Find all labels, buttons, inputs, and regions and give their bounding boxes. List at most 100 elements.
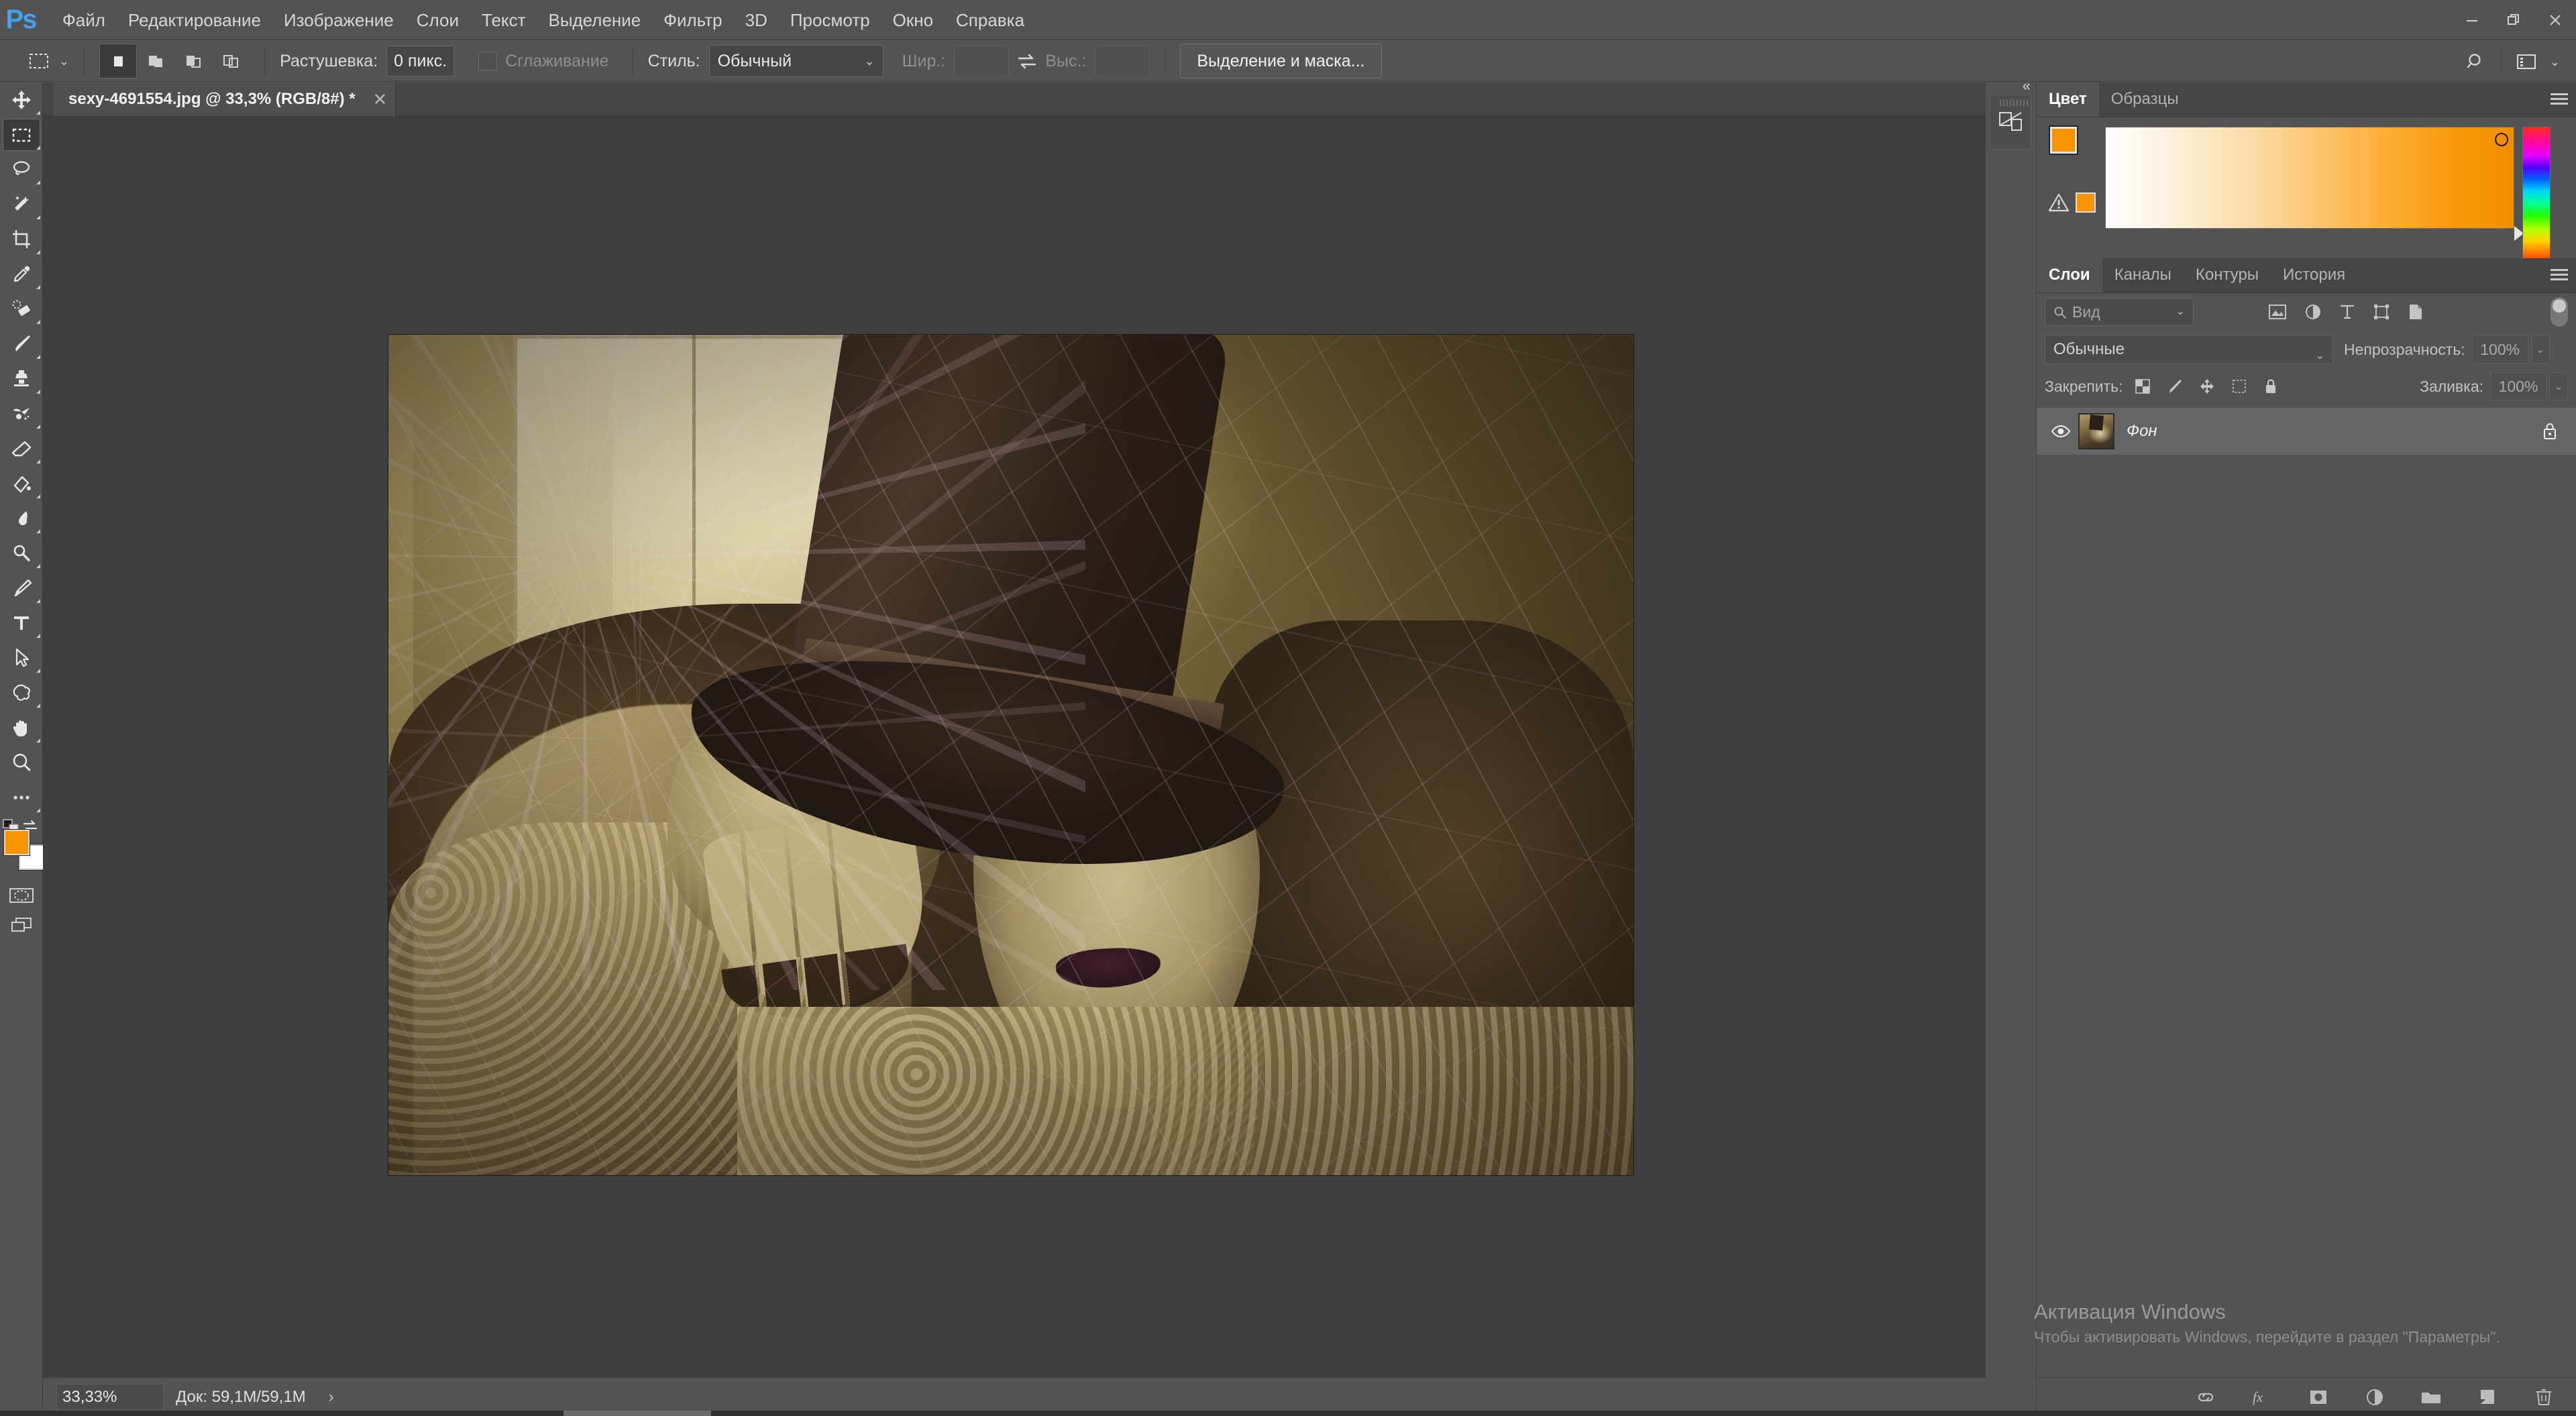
- menu-text[interactable]: Текст: [470, 0, 537, 40]
- foreground-color-swatch[interactable]: [2050, 127, 2077, 154]
- feather-input[interactable]: 0 пикс.: [386, 46, 455, 76]
- layer-filter-toggle[interactable]: [2551, 297, 2568, 327]
- menu-image[interactable]: Изображение: [272, 0, 405, 40]
- menu-layers[interactable]: Слои: [405, 0, 470, 40]
- layer-visibility-toggle[interactable]: [2043, 423, 2078, 439]
- lock-position-icon[interactable]: [2198, 378, 2216, 395]
- collapse-panels-icon[interactable]: «: [2023, 77, 2031, 95]
- gradient-tool[interactable]: [0, 466, 43, 501]
- tab-history[interactable]: История: [2271, 258, 2357, 292]
- libraries-panel-button[interactable]: [1990, 95, 2031, 150]
- menu-window[interactable]: Окно: [881, 0, 945, 40]
- tab-paths[interactable]: Контуры: [2184, 258, 2271, 292]
- foreground-color-swatch[interactable]: [4, 830, 30, 855]
- close-tab-icon[interactable]: ✕: [373, 89, 388, 110]
- new-adjustment-layer-icon[interactable]: [2361, 1384, 2388, 1411]
- eraser-tool[interactable]: [0, 431, 43, 466]
- subtract-from-selection-button[interactable]: [174, 44, 212, 78]
- crop-tool[interactable]: [0, 222, 43, 257]
- swap-width-height-icon[interactable]: [1009, 43, 1045, 79]
- search-icon[interactable]: [2458, 44, 2494, 80]
- dodge-tool[interactable]: [0, 536, 43, 571]
- panel-menu-icon[interactable]: [2551, 268, 2568, 282]
- color-ramp[interactable]: [2105, 127, 2514, 229]
- filter-shape-icon[interactable]: [2372, 303, 2391, 321]
- minimize-icon[interactable]: [2451, 0, 2493, 40]
- canvas-area[interactable]: [43, 116, 1986, 1377]
- pen-tool[interactable]: [0, 571, 43, 606]
- horizontal-scrollbar[interactable]: [564, 1411, 711, 1416]
- active-tool-marquee-icon[interactable]: [24, 46, 54, 76]
- rectangular-marquee-tool[interactable]: [0, 117, 43, 152]
- lock-artboard-icon[interactable]: [2231, 378, 2248, 395]
- quick-selection-tool[interactable]: [0, 187, 43, 222]
- add-layer-mask-icon[interactable]: [2305, 1384, 2332, 1411]
- close-icon[interactable]: [2534, 0, 2576, 40]
- zoom-tool[interactable]: [0, 745, 43, 780]
- menu-edit[interactable]: Редактирование: [117, 0, 272, 40]
- filter-pixel-icon[interactable]: [2267, 303, 2288, 321]
- edit-toolbar-tool[interactable]: [0, 780, 43, 815]
- filter-smart-object-icon[interactable]: [2407, 303, 2424, 321]
- opacity-chevron-icon[interactable]: ⌄: [2530, 335, 2550, 364]
- layer-thumbnail[interactable]: [2078, 413, 2114, 449]
- hand-tool[interactable]: [0, 710, 43, 745]
- new-layer-icon[interactable]: [2474, 1384, 2501, 1411]
- move-tool[interactable]: [0, 83, 43, 117]
- blur-tool[interactable]: [0, 501, 43, 536]
- tab-layers[interactable]: Слои: [2037, 258, 2102, 292]
- filter-adjustment-icon[interactable]: [2304, 303, 2322, 321]
- brush-tool[interactable]: [0, 327, 43, 362]
- hue-spectrum[interactable]: [2522, 127, 2551, 262]
- zoom-level-input[interactable]: 33,33%: [56, 1383, 164, 1411]
- menu-selection[interactable]: Выделение: [537, 0, 652, 40]
- filter-type-icon[interactable]: [2339, 303, 2356, 321]
- restore-icon[interactable]: [2493, 0, 2534, 40]
- history-brush-tool[interactable]: [0, 396, 43, 431]
- blend-mode-select[interactable]: Обычные ⌄: [2045, 335, 2333, 364]
- intersect-with-selection-button[interactable]: [212, 44, 250, 78]
- gamut-warning-color-swatch[interactable]: [2076, 193, 2096, 213]
- menu-help[interactable]: Справка: [945, 0, 1036, 40]
- layer-style-fx-icon[interactable]: fx: [2249, 1384, 2275, 1411]
- spot-healing-brush-tool[interactable]: [0, 292, 43, 327]
- new-selection-button[interactable]: [99, 44, 138, 78]
- delete-layer-icon[interactable]: [2530, 1384, 2557, 1411]
- select-and-mask-button[interactable]: Выделение и маска...: [1180, 44, 1382, 78]
- horizontal-type-tool[interactable]: [0, 606, 43, 641]
- workspace-switcher-icon[interactable]: [2508, 44, 2544, 80]
- workspace-chevron-icon[interactable]: ⌄: [2550, 55, 2560, 69]
- lock-image-pixels-icon[interactable]: [2166, 378, 2184, 395]
- custom-shape-tool[interactable]: [0, 675, 43, 710]
- opacity-input[interactable]: 100%: [2471, 335, 2528, 364]
- panel-menu-icon[interactable]: [2551, 93, 2568, 107]
- layer-name[interactable]: Фон: [2127, 422, 2157, 441]
- gamut-warning-icon[interactable]: [2047, 193, 2070, 213]
- table-row[interactable]: Фон: [2037, 407, 2576, 455]
- fill-chevron-icon[interactable]: ⌄: [2549, 372, 2568, 400]
- lasso-tool[interactable]: [0, 152, 43, 187]
- menu-filter[interactable]: Фильтр: [652, 0, 733, 40]
- screen-mode-icon[interactable]: [0, 910, 43, 940]
- tab-swatches[interactable]: Образцы: [2099, 82, 2191, 117]
- eyedropper-tool[interactable]: [0, 257, 43, 292]
- layer-filter-select[interactable]: Вид ⌄: [2045, 298, 2194, 326]
- menu-file[interactable]: Файл: [51, 0, 117, 40]
- antialias-checkbox[interactable]: [478, 52, 498, 70]
- lock-icon[interactable]: [2541, 421, 2559, 441]
- tab-color[interactable]: Цвет: [2037, 82, 2099, 117]
- path-selection-tool[interactable]: [0, 641, 43, 675]
- menu-view[interactable]: Просмотр: [779, 0, 881, 40]
- height-input[interactable]: [1095, 46, 1150, 76]
- add-to-selection-button[interactable]: [137, 44, 174, 78]
- status-expand-icon[interactable]: ›: [329, 1388, 334, 1407]
- tool-preset-chevron-icon[interactable]: ⌄: [59, 54, 69, 68]
- tab-channels[interactable]: Каналы: [2102, 258, 2184, 292]
- fill-input[interactable]: 100%: [2490, 372, 2546, 400]
- width-input[interactable]: [954, 46, 1010, 76]
- link-layers-icon[interactable]: [2192, 1384, 2219, 1411]
- style-select[interactable]: Обычный ⌄: [708, 45, 883, 77]
- new-group-icon[interactable]: [2418, 1384, 2445, 1411]
- document-tab[interactable]: sexy-4691554.jpg @ 33,3% (RGB/8#) * ✕: [54, 83, 396, 116]
- clone-stamp-tool[interactable]: [0, 362, 43, 396]
